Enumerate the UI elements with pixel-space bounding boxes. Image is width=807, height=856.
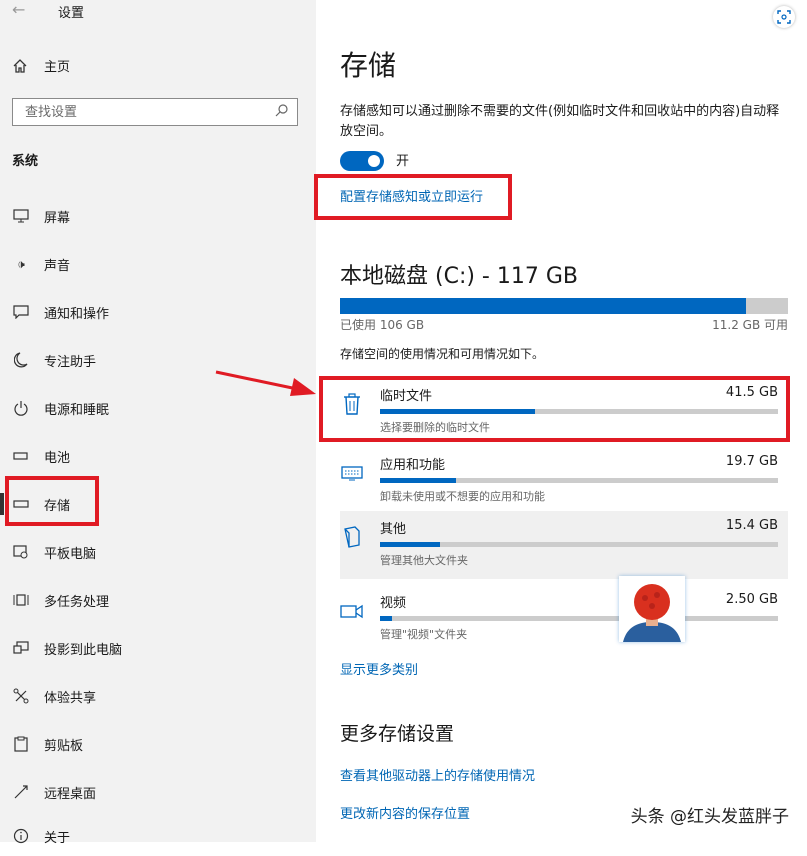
back-arrow-icon[interactable]: ←	[12, 0, 25, 19]
sidebar-item-label: 剪贴板	[44, 738, 84, 754]
multitask-icon	[12, 593, 30, 607]
keyboard-icon	[340, 461, 364, 485]
sidebar-item-label: 电源和睡眠	[44, 402, 110, 418]
notification-icon	[12, 305, 30, 319]
storage-sense-toggle[interactable]	[340, 151, 384, 171]
usage-description: 存储空间的使用情况和可用情况如下。	[340, 347, 545, 361]
sidebar-item-multitasking[interactable]: 多任务处理	[0, 580, 316, 620]
sidebar-item-battery[interactable]: 电池	[0, 436, 316, 476]
sidebar-home[interactable]: 主页	[12, 56, 70, 75]
sidebar-item-label: 通知和操作	[44, 306, 110, 322]
category-videos[interactable]: 视频 2.50 GB 管理"视频"文件夹	[340, 585, 788, 651]
clipboard-icon	[12, 736, 30, 752]
category-name: 其他	[380, 522, 407, 537]
monitor-icon	[12, 209, 30, 223]
watermark: 头条 @红头发蓝胖子	[630, 807, 789, 827]
battery-icon	[12, 451, 30, 461]
sidebar-item-tablet[interactable]: 平板电脑	[0, 532, 316, 572]
home-icon	[13, 58, 27, 73]
video-icon	[340, 599, 364, 623]
disk-available-label: 11.2 GB 可用	[712, 318, 788, 332]
category-usage-fill	[380, 542, 440, 547]
category-subtitle: 管理其他大文件夹	[380, 554, 468, 567]
share-icon	[12, 688, 30, 704]
sidebar-item-about[interactable]: 关于	[0, 816, 316, 856]
sidebar-item-label: 电池	[44, 450, 71, 466]
save-location-link[interactable]: 更改新内容的保存位置	[340, 803, 470, 822]
disk-usage-fill	[340, 298, 746, 314]
red-arrow-annotation	[215, 370, 316, 396]
category-usage-fill	[380, 478, 456, 483]
sidebar: ← 设置 主页 系统 屏幕 🕩 声音 通知和操作 专注助手 电源和睡眠 电池 存…	[0, 0, 316, 846]
sidebar-item-label: 声音	[44, 258, 71, 274]
sidebar-item-notifications[interactable]: 通知和操作	[0, 292, 316, 332]
category-size: 15.4 GB	[725, 518, 778, 533]
speaker-icon: 🕩	[17, 256, 25, 271]
toggle-knob	[368, 155, 380, 167]
sidebar-item-label: 多任务处理	[44, 594, 110, 610]
category-usage-fill	[380, 616, 392, 621]
search-box[interactable]	[12, 98, 298, 126]
more-storage-settings-title: 更多存储设置	[340, 723, 455, 745]
storage-sense-description: 存储感知可以通过删除不需要的文件(例如临时文件和回收站中的内容)自动释放空间。	[340, 104, 780, 139]
active-indicator	[0, 493, 4, 515]
sidebar-item-label: 平板电脑	[44, 546, 97, 562]
category-subtitle: 卸载未使用或不想要的应用和功能	[380, 490, 545, 503]
category-usage-bar	[380, 542, 778, 547]
category-other[interactable]: 其他 15.4 GB 管理其他大文件夹	[340, 511, 788, 579]
show-more-categories-link[interactable]: 显示更多类别	[340, 659, 418, 678]
sidebar-item-display[interactable]: 屏幕	[0, 196, 316, 236]
category-subtitle: 管理"视频"文件夹	[380, 628, 468, 641]
highlight-box-temp-files	[319, 376, 790, 442]
sidebar-item-label: 屏幕	[44, 210, 71, 226]
category-name: 视频	[380, 596, 407, 611]
sidebar-item-shared[interactable]: 体验共享	[0, 676, 316, 716]
sidebar-item-label: 关于	[44, 830, 71, 846]
sidebar-item-projecting[interactable]: 投影到此电脑	[0, 628, 316, 668]
highlight-box-storage	[5, 476, 99, 526]
document-icon	[340, 525, 364, 549]
search-input[interactable]	[23, 99, 267, 125]
disk-title: 本地磁盘 (C:) - 117 GB	[340, 264, 578, 289]
sidebar-item-label: 远程桌面	[44, 786, 97, 802]
category-size: 19.7 GB	[725, 454, 778, 469]
sidebar-item-sound[interactable]: 🕩 声音	[0, 244, 316, 284]
power-icon	[12, 400, 30, 416]
highlight-box-configure	[314, 174, 512, 220]
disk-used-label: 已使用 106 GB	[340, 318, 425, 332]
home-label: 主页	[44, 60, 71, 75]
category-usage-bar	[380, 478, 778, 483]
tablet-icon	[12, 545, 30, 559]
avatar	[619, 576, 685, 642]
moon-icon	[12, 352, 30, 368]
sidebar-item-label: 体验共享	[44, 690, 97, 706]
section-label: 系统	[12, 154, 39, 169]
remote-desktop-icon	[12, 784, 30, 800]
category-apps[interactable]: 应用和功能 19.7 GB 卸载未使用或不想要的应用和功能	[340, 447, 788, 513]
category-name: 应用和功能	[380, 458, 446, 473]
sidebar-item-label: 投影到此电脑	[44, 642, 123, 658]
window-title: 设置	[58, 6, 85, 21]
disk-usage-bar	[340, 298, 788, 314]
screen-capture-icon[interactable]	[773, 6, 795, 28]
main-content: 存储 存储感知可以通过删除不需要的文件(例如临时文件和回收站中的内容)自动释放空…	[314, 0, 807, 842]
sidebar-item-clipboard[interactable]: 剪贴板	[0, 724, 316, 764]
sidebar-item-remote-desktop[interactable]: 远程桌面	[0, 772, 316, 812]
category-usage-bar	[380, 616, 778, 621]
page-title: 存储	[340, 49, 397, 82]
category-size: 2.50 GB	[725, 592, 778, 607]
search-icon[interactable]	[275, 103, 289, 117]
sidebar-item-label: 专注助手	[44, 354, 97, 370]
toggle-state-label: 开	[396, 154, 410, 169]
other-drives-usage-link[interactable]: 查看其他驱动器上的存储使用情况	[340, 765, 535, 784]
projector-icon	[12, 641, 30, 655]
